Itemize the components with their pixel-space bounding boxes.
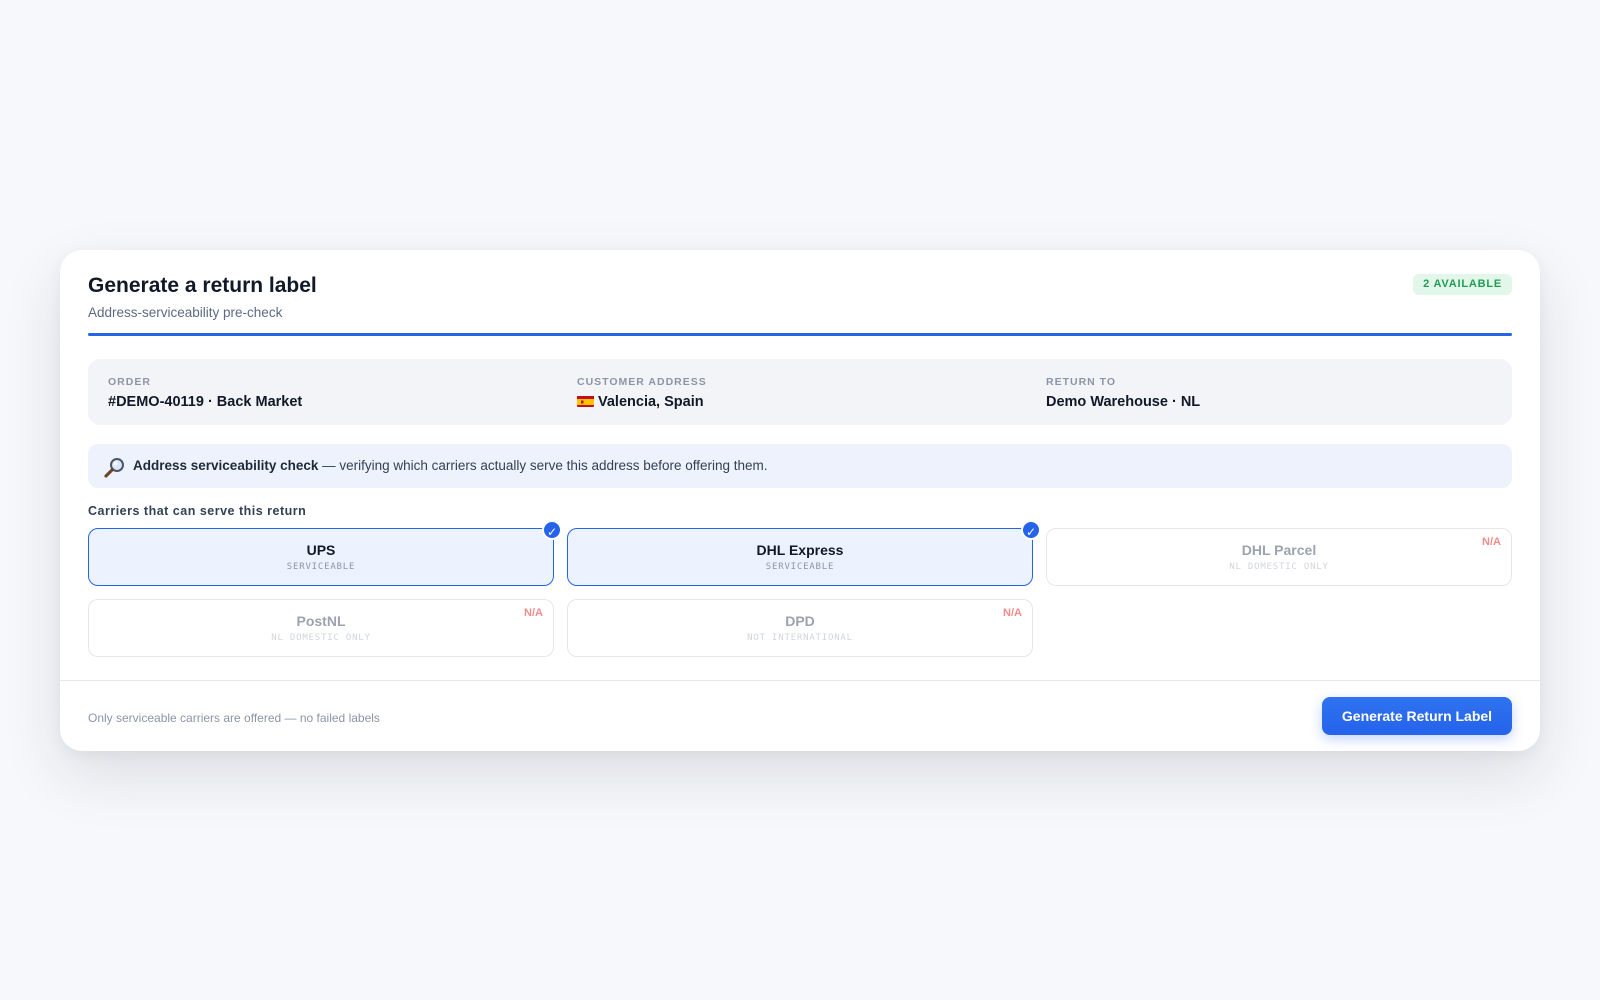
carrier-name: DHL Express	[756, 542, 844, 558]
customer-address-row: Valencia, Spain	[577, 393, 707, 412]
card-header: Generate a return label Address-servicea…	[88, 272, 1512, 332]
carrier-status: NL DOMESTIC ONLY	[1229, 562, 1329, 572]
return-to-value: Demo Warehouse · NL	[1046, 394, 1201, 410]
carrier-card-dpd: DPD NOT INTERNATIONAL N/A	[567, 599, 1033, 657]
banner-text: — verifying which carriers actually serv…	[318, 458, 768, 473]
generate-return-label-button[interactable]: Generate Return Label	[1322, 697, 1512, 735]
return-to-label: RETURN TO	[1046, 376, 1117, 388]
na-tag: N/A	[524, 607, 543, 619]
magnifier-icon	[103, 454, 127, 478]
carrier-card-postnl: PostNL NL DOMESTIC ONLY N/A	[88, 599, 554, 657]
footer-divider	[60, 680, 1540, 681]
return-label-card: Generate a return label Address-servicea…	[60, 250, 1540, 751]
order-label: ORDER	[108, 376, 151, 388]
available-count-badge: 2 AVAILABLE	[1413, 274, 1512, 295]
order-info-panel: ORDER #DEMO-40119 · Back Market CUSTOMER…	[88, 359, 1512, 425]
carrier-status: SERVICEABLE	[286, 562, 356, 572]
carrier-name: DPD	[785, 613, 815, 629]
na-tag: N/A	[1482, 536, 1501, 548]
customer-address-label: CUSTOMER ADDRESS	[577, 376, 707, 388]
carrier-card-dhl-express[interactable]: DHL Express SERVICEABLE ✓	[567, 520, 1041, 586]
customer-address-info: CUSTOMER ADDRESS Valencia, Spain	[577, 375, 707, 412]
carrier-name: UPS	[306, 542, 336, 558]
footer-note: Only serviceable carriers are offered — …	[88, 711, 380, 725]
carrier-name: DHL Parcel	[1241, 542, 1317, 558]
carrier-card-dhl-parcel: DHL Parcel NL DOMESTIC ONLY N/A	[1046, 528, 1512, 586]
check-icon: ✓	[1021, 520, 1041, 540]
check-icon: ✓	[542, 520, 562, 540]
order-value: #DEMO-40119 · Back Market	[108, 394, 303, 410]
order-info: ORDER #DEMO-40119 · Back Market	[108, 375, 302, 412]
customer-address-value: Valencia, Spain	[598, 394, 704, 410]
return-to-info: RETURN TO Demo Warehouse · NL	[1046, 375, 1200, 412]
header-accent-bar	[88, 333, 1512, 336]
page-subtitle: Address-serviceability pre-check	[88, 305, 283, 320]
carrier-grid: UPS SERVICEABLE ✓ DHL Express SERVICEABL…	[88, 520, 1512, 658]
carrier-status: NL DOMESTIC ONLY	[271, 633, 371, 643]
carrier-name: PostNL	[296, 613, 346, 629]
spain-flag-icon	[577, 395, 594, 407]
carrier-status: SERVICEABLE	[765, 562, 835, 572]
banner-strong-text: Address serviceability check	[133, 458, 319, 473]
na-tag: N/A	[1003, 607, 1022, 619]
carriers-section-label: Carriers that can serve this return	[88, 504, 307, 518]
page-title: Generate a return label	[88, 274, 317, 297]
serviceability-check-banner: Address serviceability check — verifying…	[88, 444, 1512, 488]
carrier-card-ups[interactable]: UPS SERVICEABLE ✓	[88, 520, 562, 586]
carrier-status: NOT INTERNATIONAL	[747, 633, 853, 643]
